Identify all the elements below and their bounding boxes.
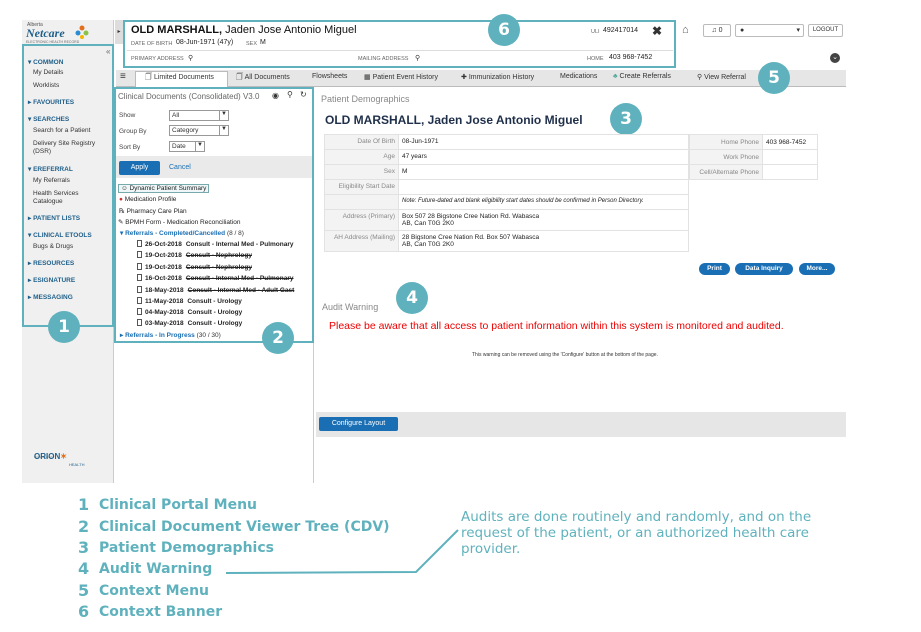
notification-button[interactable]: ♫ 0 <box>703 24 731 37</box>
user-icon: ● <box>740 27 745 34</box>
document-icon: 🗍 <box>236 74 243 81</box>
table-row: Age 47 years <box>324 149 689 165</box>
badge-4: 4 <box>396 282 428 314</box>
legend-number: 3 <box>78 538 90 557</box>
legend-label: Context Banner <box>99 604 223 620</box>
table-row: Eligibility Start Date <box>324 179 689 195</box>
legend-number: 1 <box>78 495 90 514</box>
table-row: Work Phone <box>689 149 818 165</box>
badge-1: 1 <box>48 311 80 343</box>
highlight-frame-1 <box>22 44 114 327</box>
home-icon[interactable]: ⌂ <box>682 24 689 36</box>
badge-3: 3 <box>610 103 642 135</box>
demographics-heading: Patient Demographics <box>321 94 410 104</box>
more-button[interactable]: More... <box>799 263 835 275</box>
tab-patient-event-history[interactable]: ▦ Patient Event History <box>364 73 438 81</box>
print-button[interactable]: Print <box>699 263 730 275</box>
highlight-frame-6 <box>123 20 676 68</box>
legend-number: 4 <box>78 559 90 578</box>
badge-2: 2 <box>262 322 294 354</box>
phone-table: Home Phone 403 968-7452 Work Phone Cell/A… <box>689 134 818 180</box>
callout-connector <box>225 529 459 574</box>
legend-label: Clinical Portal Menu <box>99 497 258 513</box>
table-row: Sex M <box>324 164 689 180</box>
banner-toggle-icon[interactable]: ▸ <box>115 20 123 44</box>
legend-label: Audit Warning <box>99 561 213 577</box>
legend-number: 5 <box>78 581 90 600</box>
legend-label: Context Menu <box>99 583 210 599</box>
audit-warning-note: This warning can be removed using the 'C… <box>472 352 658 358</box>
tab-create-referrals[interactable]: ♣ Create Referrals <box>613 73 671 80</box>
badge-5: 5 <box>758 62 790 94</box>
tab-immunization-history[interactable]: ✚ Immunization History <box>461 73 534 81</box>
calendar-icon: ▦ <box>364 74 371 81</box>
audit-warning-message: Please be aware that all access to patie… <box>329 320 784 332</box>
table-row: Home Phone 403 968-7452 <box>689 134 818 150</box>
audit-callout-text: Audits are done routinely and randomly, … <box>461 509 812 557</box>
bell-icon: ♫ <box>711 27 717 34</box>
tab-flowsheets[interactable]: Flowsheets <box>312 73 347 80</box>
table-row: AH Address (Mailing) 28 Bigstone Cree Nat… <box>324 230 689 252</box>
tab-view-referral[interactable]: ⚲ View Referral <box>697 73 746 81</box>
tab-limited-documents[interactable]: 🗍 Limited Documents <box>145 73 214 84</box>
highlight-frame-2 <box>114 87 314 343</box>
netcare-logo[interactable]: Alberta Netcare ELECTRONIC HEALTH RECORD <box>24 22 94 46</box>
audit-warning-title: Audit Warning <box>322 302 379 312</box>
demographics-patient-name: OLD MARSHALL, Jaden Jose Antonio Miguel <box>325 113 583 127</box>
table-row: Cell/Alternate Phone <box>689 164 818 180</box>
orion-logo: ORION✶ <box>34 452 67 461</box>
table-row: Date Of Birth 08-Jun-1971 <box>324 134 689 150</box>
chevron-down-icon: ▾ <box>796 27 800 34</box>
notif-count: 0 <box>718 27 723 34</box>
hamburger-icon[interactable]: ≡ <box>120 71 126 82</box>
search-icon: ⚲ <box>697 74 703 81</box>
people-icon: ♣ <box>613 73 618 80</box>
table-row: Address (Primary) Box 507 28 Bigstone Cre… <box>324 209 689 231</box>
syringe-icon: ✚ <box>461 74 467 81</box>
document-icon: 🗍 <box>145 74 152 81</box>
table-row: Note: Future-dated and blank eligibility… <box>324 194 689 210</box>
netcare-logo-icon <box>75 25 89 39</box>
logo-name: Netcare <box>26 26 65 40</box>
badge-6: 6 <box>488 14 520 46</box>
demographics-table: Date Of Birth 08-Jun-1971 Age 47 years Sex… <box>324 134 689 252</box>
expand-banner-icon[interactable]: ⌄ <box>830 53 840 63</box>
orion-health-label: HEALTH <box>69 462 85 467</box>
tab-medications[interactable]: Medications <box>560 73 597 80</box>
configure-layout-button[interactable]: Configure Layout <box>319 417 398 431</box>
legend-number: 6 <box>78 602 90 621</box>
user-dropdown[interactable]: ● ▾ <box>735 24 804 37</box>
legend-number: 2 <box>78 517 90 536</box>
data-inquiry-button[interactable]: Data Inquiry <box>735 263 793 275</box>
logout-button[interactable]: LOGOUT <box>808 24 843 37</box>
tab-all-documents[interactable]: 🗍 All Documents <box>236 73 290 84</box>
